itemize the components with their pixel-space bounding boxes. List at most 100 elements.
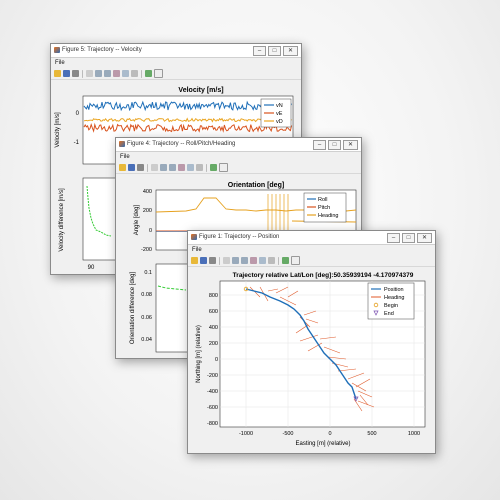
position-plot-area: Trajectory relative Lat/Lon [deg]:50.359… bbox=[188, 267, 435, 453]
orientation-ytick-2: 0 bbox=[149, 228, 152, 234]
open-folder-icon[interactable] bbox=[191, 257, 198, 264]
position-figure-window[interactable]: Figure 1: Trajectory -- Position – □ ✕ F… bbox=[187, 230, 436, 454]
position-plot-title: Trajectory relative Lat/Lon [deg]:50.359… bbox=[233, 272, 414, 279]
position-ytick-1: 600 bbox=[209, 309, 218, 315]
close-button[interactable]: ✕ bbox=[283, 46, 298, 56]
position-xtick-1: -500 bbox=[282, 431, 293, 437]
pan-icon[interactable] bbox=[113, 70, 120, 77]
legend-heading: Heading bbox=[384, 295, 405, 301]
maximize-button[interactable]: □ bbox=[268, 46, 281, 56]
colorbar-icon[interactable] bbox=[210, 164, 217, 171]
velocity-diff-ylabel: Velocity difference [m/s] bbox=[59, 188, 65, 252]
orientation-legend: Roll Pitch Heading bbox=[303, 192, 347, 223]
print-icon[interactable] bbox=[137, 164, 144, 171]
legend-begin: Begin bbox=[384, 303, 398, 309]
close-button[interactable]: ✕ bbox=[343, 140, 358, 150]
datacursor-icon[interactable] bbox=[268, 257, 275, 264]
position-ylabel: Northing [m] (relative) bbox=[196, 325, 202, 383]
orientation-diff-ytick-1: 0.08 bbox=[141, 292, 152, 298]
velocity-ytick-0: 0 bbox=[76, 111, 80, 117]
orientation-menubar: File bbox=[116, 152, 361, 162]
pointer-icon[interactable] bbox=[151, 164, 158, 171]
maximize-button[interactable]: □ bbox=[328, 140, 341, 150]
orientation-diff-ytick-2: 0.06 bbox=[141, 315, 152, 321]
close-button[interactable]: ✕ bbox=[417, 233, 432, 243]
zoom-in-icon[interactable] bbox=[95, 70, 102, 77]
legend-vN: vN bbox=[276, 103, 283, 109]
position-titlebar[interactable]: Figure 1: Trajectory -- Position – □ ✕ bbox=[188, 231, 435, 245]
maximize-button[interactable]: □ bbox=[402, 233, 415, 243]
orientation-window-title: Figure 4: Trajectory -- Roll/Pitch/Headi… bbox=[127, 141, 236, 147]
legend-icon[interactable] bbox=[219, 163, 228, 172]
position-xtick-2: 0 bbox=[328, 431, 331, 437]
position-ytick-8: -800 bbox=[207, 421, 218, 427]
velocity-toolbar bbox=[51, 68, 301, 80]
print-icon[interactable] bbox=[209, 257, 216, 264]
orientation-diff-ytick-3: 0.04 bbox=[141, 337, 152, 343]
save-icon[interactable] bbox=[200, 257, 207, 264]
open-folder-icon[interactable] bbox=[54, 70, 61, 77]
zoom-out-icon[interactable] bbox=[241, 257, 248, 264]
file-menu[interactable]: File bbox=[192, 247, 202, 253]
legend-icon[interactable] bbox=[154, 69, 163, 78]
pan-icon[interactable] bbox=[178, 164, 185, 171]
zoom-in-icon[interactable] bbox=[160, 164, 167, 171]
position-toolbar bbox=[188, 255, 435, 267]
position-ytick-3: 200 bbox=[209, 341, 218, 347]
legend-icon[interactable] bbox=[291, 256, 300, 265]
file-menu[interactable]: File bbox=[55, 60, 65, 66]
position-window-title: Figure 1: Trajectory -- Position bbox=[199, 234, 280, 240]
position-ytick-6: -400 bbox=[207, 389, 218, 395]
matlab-icon bbox=[54, 47, 60, 53]
datacursor-icon[interactable] bbox=[131, 70, 138, 77]
save-icon[interactable] bbox=[128, 164, 135, 171]
velocity-window-title: Figure 5: Trajectory -- Velocity bbox=[62, 47, 142, 53]
velocity-menubar: File bbox=[51, 58, 301, 68]
matlab-icon bbox=[119, 141, 125, 147]
zoom-in-icon[interactable] bbox=[232, 257, 239, 264]
pan-icon[interactable] bbox=[250, 257, 257, 264]
velocity-titlebar[interactable]: Figure 5: Trajectory -- Velocity – □ ✕ bbox=[51, 44, 301, 58]
datacursor-icon[interactable] bbox=[196, 164, 203, 171]
matlab-icon bbox=[191, 234, 197, 240]
file-menu[interactable]: File bbox=[120, 154, 130, 160]
legend-position: Position bbox=[384, 287, 404, 293]
position-ytick-0: 800 bbox=[209, 293, 218, 299]
toolbar-separator bbox=[219, 256, 220, 265]
rotate-icon[interactable] bbox=[187, 164, 194, 171]
print-icon[interactable] bbox=[72, 70, 79, 77]
velocity-legend: vN vE vD bbox=[260, 98, 292, 128]
minimize-button[interactable]: – bbox=[253, 46, 266, 56]
zoom-out-icon[interactable] bbox=[169, 164, 176, 171]
position-xtick-0: -1000 bbox=[239, 431, 253, 437]
orientation-ylabel: Angle [deg] bbox=[134, 204, 140, 235]
velocity-ytick-1: -1 bbox=[74, 140, 80, 146]
position-xlabel: Easting [m] (relative) bbox=[295, 441, 350, 447]
minimize-button[interactable]: – bbox=[387, 233, 400, 243]
legend-pitch: Pitch bbox=[318, 205, 330, 211]
position-plot: Trajectory relative Lat/Lon [deg]:50.359… bbox=[196, 272, 426, 447]
orientation-toolbar bbox=[116, 162, 361, 174]
velocity-plot-title: Velocity [m/s] bbox=[178, 87, 223, 94]
pointer-icon[interactable] bbox=[223, 257, 230, 264]
pointer-icon[interactable] bbox=[86, 70, 93, 77]
position-xtick-4: 1000 bbox=[408, 431, 420, 437]
legend-heading: Heading bbox=[318, 213, 339, 219]
position-menubar: File bbox=[188, 245, 435, 255]
orientation-ytick-3: -200 bbox=[141, 247, 152, 253]
velocity-ylabel: Velocity [m/s] bbox=[55, 112, 61, 148]
colorbar-icon[interactable] bbox=[145, 70, 152, 77]
save-icon[interactable] bbox=[63, 70, 70, 77]
legend-vE: vE bbox=[276, 111, 283, 117]
colorbar-icon[interactable] bbox=[282, 257, 289, 264]
zoom-out-icon[interactable] bbox=[104, 70, 111, 77]
orientation-titlebar[interactable]: Figure 4: Trajectory -- Roll/Pitch/Headi… bbox=[116, 138, 361, 152]
open-folder-icon[interactable] bbox=[119, 164, 126, 171]
toolbar-separator bbox=[141, 69, 142, 78]
position-ytick-2: 400 bbox=[209, 325, 218, 331]
position-legend: Position Heading Begin End bbox=[367, 282, 415, 320]
minimize-button[interactable]: – bbox=[313, 140, 326, 150]
rotate-icon[interactable] bbox=[122, 70, 129, 77]
toolbar-separator bbox=[278, 256, 279, 265]
rotate-icon[interactable] bbox=[259, 257, 266, 264]
